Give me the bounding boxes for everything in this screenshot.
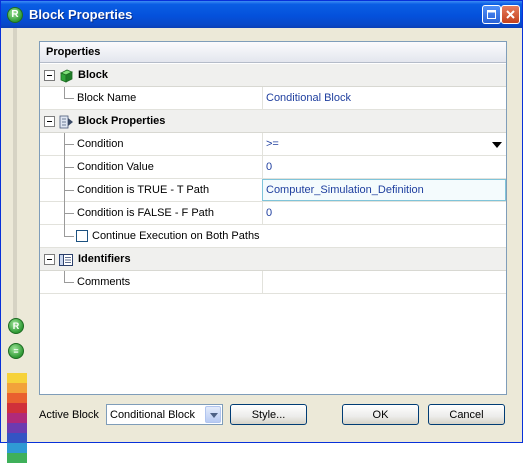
style-button-label: Style... <box>251 408 286 421</box>
property-row-condition-value[interactable]: Condition Value 0 <box>40 156 506 179</box>
tree-line <box>64 190 74 191</box>
cancel-button-label: Cancel <box>449 408 484 421</box>
property-label: Block Name <box>77 92 137 104</box>
properties-icon <box>59 115 73 129</box>
property-row-block-name[interactable]: Block Name Conditional Block <box>40 87 506 110</box>
category-identifiers-label: Identifiers <box>78 253 131 265</box>
collapse-icon[interactable] <box>44 254 55 265</box>
property-row-continue-both[interactable]: Continue Execution on Both Paths <box>40 225 506 248</box>
condition-value-field[interactable]: 0 <box>266 161 272 173</box>
property-grid: Properties Block Block Name Conditional … <box>39 41 507 395</box>
column-divider <box>262 133 263 155</box>
chevron-down-icon[interactable] <box>492 142 502 148</box>
collapse-icon[interactable] <box>44 116 55 127</box>
tree-line <box>64 167 74 168</box>
true-path-value[interactable]: Computer_Simulation_Definition <box>266 184 424 196</box>
property-label: Condition <box>77 138 124 150</box>
tree-line <box>64 225 65 236</box>
tree-line <box>64 271 65 282</box>
maximize-button[interactable] <box>482 5 501 24</box>
category-block-label: Block <box>78 69 108 81</box>
active-block-label: Active Block <box>39 409 99 421</box>
continue-both-checkbox[interactable] <box>76 230 88 242</box>
active-block-value: Conditional Block <box>110 409 195 421</box>
column-divider <box>262 87 263 109</box>
property-row-comments[interactable]: Comments <box>40 271 506 294</box>
style-button[interactable]: Style... <box>230 404 307 425</box>
continue-both-label: Continue Execution on Both Paths <box>92 230 260 242</box>
property-label: Condition Value <box>77 161 154 173</box>
reliasoft-e-icon[interactable]: ≡ <box>8 343 24 359</box>
tree-line <box>64 236 74 237</box>
condition-value-select[interactable]: >= <box>266 138 279 150</box>
category-identifiers[interactable]: Identifiers <box>40 248 506 271</box>
left-sidebar-strip: R ≡ <box>1 28 28 463</box>
property-row-false-path[interactable]: Condition is FALSE - F Path 0 <box>40 202 506 225</box>
close-icon <box>506 10 515 19</box>
property-row-condition[interactable]: Condition >= <box>40 133 506 156</box>
app-logo-icon: R <box>7 6 23 23</box>
tree-line <box>64 282 74 283</box>
property-label: Condition is FALSE - F Path <box>77 207 214 219</box>
active-block-select[interactable]: Conditional Block <box>106 404 223 425</box>
maximize-icon <box>487 10 496 19</box>
category-block-properties[interactable]: Block Properties <box>40 110 506 133</box>
collapse-icon[interactable] <box>44 70 55 81</box>
window-title: Block Properties <box>29 7 133 22</box>
cube-icon <box>60 69 73 83</box>
block-name-value[interactable]: Conditional Block <box>266 92 351 104</box>
category-block[interactable]: Block <box>40 64 506 87</box>
tree-line <box>64 87 65 98</box>
property-label: Condition is TRUE - T Path <box>77 184 210 196</box>
property-row-true-path[interactable]: Condition is TRUE - T Path Computer_Simu… <box>40 179 506 202</box>
true-path-input[interactable]: Computer_Simulation_Definition <box>262 179 506 201</box>
rainbow-decoration-icon <box>7 373 27 463</box>
tree-line <box>64 98 74 99</box>
property-label: Comments <box>77 276 131 288</box>
close-button[interactable] <box>501 5 520 24</box>
sidebar-line <box>13 28 17 328</box>
title-bar[interactable]: R Block Properties <box>1 1 522 28</box>
column-divider <box>262 202 263 224</box>
chevron-down-icon[interactable] <box>205 406 221 423</box>
reliasoft-r-icon[interactable]: R <box>8 318 24 334</box>
block-properties-window: R Block Properties R ≡ Properties Block … <box>0 0 523 463</box>
false-path-value[interactable]: 0 <box>266 207 272 219</box>
identifiers-icon <box>59 254 73 266</box>
property-grid-header: Properties <box>40 42 506 63</box>
column-divider <box>262 271 263 293</box>
ok-button[interactable]: OK <box>342 404 419 425</box>
category-block-properties-label: Block Properties <box>78 115 166 127</box>
column-divider <box>262 156 263 178</box>
cancel-button[interactable]: Cancel <box>428 404 505 425</box>
ok-button-label: OK <box>372 408 389 421</box>
tree-line <box>64 144 74 145</box>
tree-line <box>64 213 74 214</box>
